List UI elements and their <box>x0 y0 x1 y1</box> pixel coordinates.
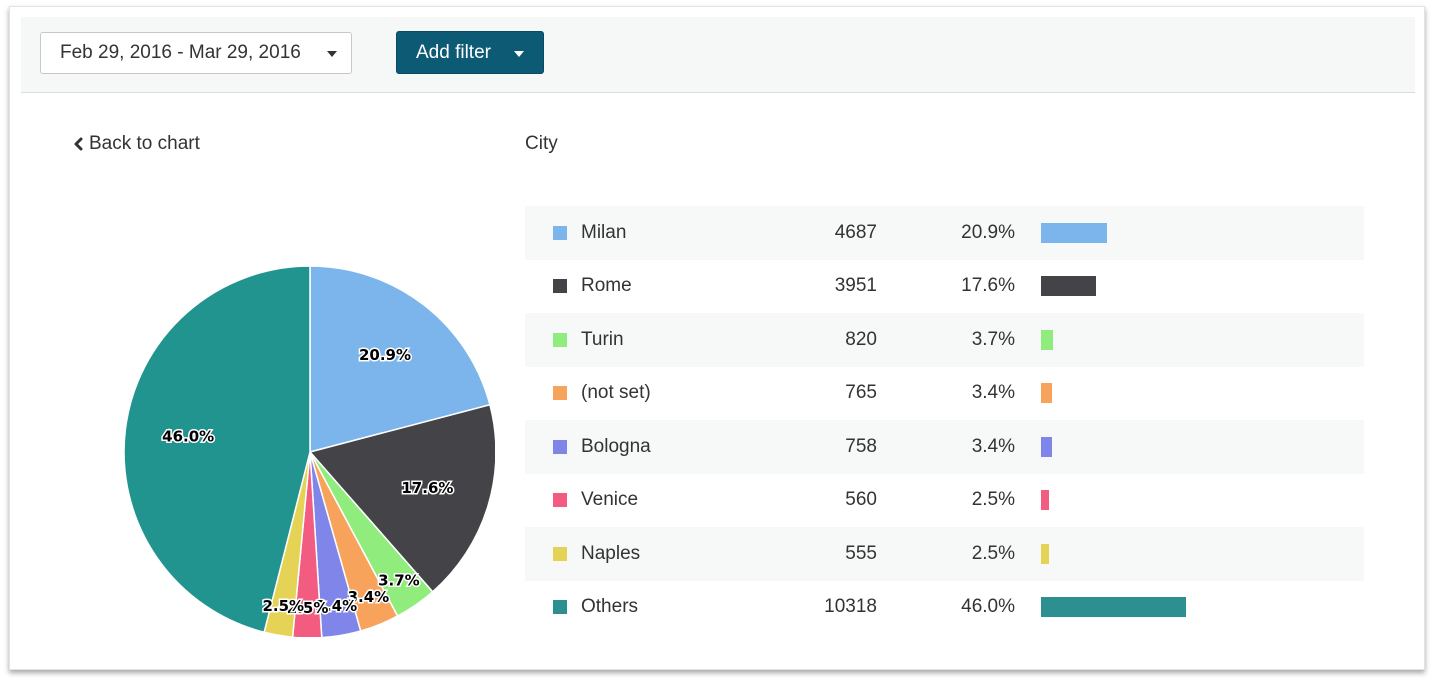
chevron-down-icon <box>327 51 337 57</box>
legend-swatch <box>553 493 567 508</box>
city-percent: 17.6% <box>961 275 1015 297</box>
city-percent: 3.4% <box>971 435 1015 457</box>
share-bar <box>1041 329 1053 350</box>
pie-data-label: 2.5% <box>262 597 304 615</box>
city-count: 765 <box>845 382 877 404</box>
back-link-label: Back to chart <box>89 133 200 154</box>
legend-swatch <box>553 386 567 401</box>
dimension-title: City <box>525 133 558 154</box>
table-row[interactable]: Bologna 758 3.4% <box>525 420 1364 474</box>
city-name: Venice <box>581 489 639 511</box>
legend-swatch <box>553 600 567 615</box>
share-bar <box>1041 543 1049 564</box>
table-row[interactable]: Venice 560 2.5% <box>525 474 1364 528</box>
city-percent: 2.5% <box>971 542 1015 564</box>
city-count: 555 <box>845 542 877 564</box>
city-name: Milan <box>581 221 627 243</box>
table-row[interactable]: Milan 4687 20.9% <box>525 206 1364 260</box>
report-card: Feb 29, 2016 - Mar 29, 2016 Add filter B… <box>9 6 1425 670</box>
table-row[interactable]: Others 10318 46.0% <box>525 581 1364 635</box>
city-count: 560 <box>845 489 877 511</box>
add-filter-button[interactable]: Add filter <box>396 31 544 74</box>
city-count: 4687 <box>834 221 877 243</box>
legend-swatch <box>553 225 567 240</box>
city-name: (not set) <box>581 382 651 404</box>
city-percent: 46.0% <box>961 596 1015 618</box>
city-name: Turin <box>581 328 624 350</box>
share-bar <box>1041 222 1107 243</box>
city-count: 758 <box>845 435 877 457</box>
pie-data-label: 3.7% <box>378 572 420 590</box>
share-bar <box>1041 597 1186 618</box>
pie-chart: 20.9%17.6%3.7%3.4%3.4%2.5%2.5%46.0% <box>123 265 495 637</box>
legend-swatch <box>553 546 567 561</box>
share-bar <box>1041 490 1049 511</box>
legend-swatch <box>553 439 567 454</box>
city-count: 820 <box>845 328 877 350</box>
share-bar <box>1041 383 1052 404</box>
city-name: Rome <box>581 275 632 297</box>
city-count: 3951 <box>834 275 877 297</box>
city-name: Bologna <box>581 435 651 457</box>
city-name: Naples <box>581 542 641 564</box>
table-row[interactable]: Turin 820 3.7% <box>525 313 1364 367</box>
share-bar <box>1041 276 1096 297</box>
city-table: Milan 4687 20.9% Rome 3951 17.6% Turin 820 3.7% (… <box>525 206 1364 634</box>
city-name: Others <box>581 596 639 618</box>
add-filter-label: Add filter <box>416 41 491 63</box>
chevron-left-icon <box>74 137 83 151</box>
table-row[interactable]: Naples 555 2.5% <box>525 527 1364 581</box>
city-percent: 2.5% <box>971 489 1015 511</box>
pie-data-label: 46.0% <box>162 428 214 446</box>
legend-swatch <box>553 332 567 347</box>
date-range-picker[interactable]: Feb 29, 2016 - Mar 29, 2016 <box>40 32 352 74</box>
city-count: 10318 <box>824 596 877 618</box>
city-percent: 3.4% <box>971 382 1015 404</box>
toolbar: Feb 29, 2016 - Mar 29, 2016 Add filter <box>21 17 1415 93</box>
share-bar <box>1041 436 1052 457</box>
pie-data-label: 20.9% <box>359 346 411 364</box>
date-range-value: Feb 29, 2016 - Mar 29, 2016 <box>60 42 301 63</box>
city-percent: 3.7% <box>971 328 1015 350</box>
pie-data-label: 17.6% <box>401 479 453 497</box>
back-to-chart-link[interactable]: Back to chart <box>71 133 200 155</box>
table-row[interactable]: Rome 3951 17.6% <box>525 260 1364 314</box>
chevron-down-icon <box>514 51 524 57</box>
legend-swatch <box>553 279 567 294</box>
table-row[interactable]: (not set) 765 3.4% <box>525 367 1364 421</box>
city-percent: 20.9% <box>961 221 1015 243</box>
